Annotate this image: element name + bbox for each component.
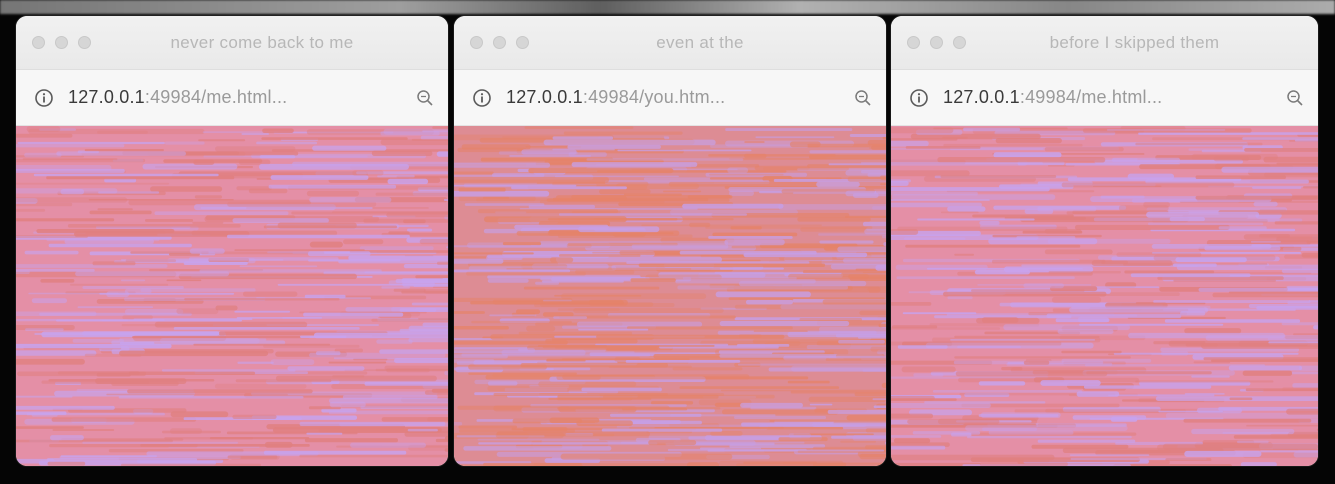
window-title: before I skipped them: [1049, 33, 1220, 52]
url-path: :49984/me.html...: [144, 87, 288, 107]
desktop-background: [0, 0, 1335, 14]
zoom-window-icon[interactable]: [78, 36, 91, 49]
zoom-window-icon[interactable]: [953, 36, 966, 49]
window-title: even at the: [656, 33, 744, 52]
minimize-icon[interactable]: [55, 36, 68, 49]
close-icon[interactable]: [470, 36, 483, 49]
window-controls: [907, 36, 966, 49]
window-controls: [32, 36, 91, 49]
window-titlebar[interactable]: never come back to me: [16, 16, 448, 70]
magnifier-icon[interactable]: [854, 89, 872, 107]
url-field[interactable]: 127.0.0.1:49984/you.htm...: [506, 87, 844, 108]
magnifier-icon[interactable]: [416, 89, 434, 107]
url-path: :49984/you.htm...: [582, 87, 726, 107]
info-circle-icon[interactable]: [472, 88, 492, 108]
minimize-icon[interactable]: [493, 36, 506, 49]
url-host: 127.0.0.1: [506, 87, 583, 107]
window-controls: [470, 36, 529, 49]
url-host: 127.0.0.1: [68, 87, 145, 107]
magnifier-icon[interactable]: [1286, 89, 1304, 107]
address-bar[interactable]: 127.0.0.1:49984/me.html...: [16, 70, 448, 126]
page-content: [891, 126, 1318, 466]
url-path: :49984/me.html...: [1019, 87, 1163, 107]
zoom-window-icon[interactable]: [516, 36, 529, 49]
noise-pattern: [454, 126, 886, 466]
address-bar[interactable]: 127.0.0.1:49984/me.html...: [891, 70, 1318, 126]
browser-window-3[interactable]: before I skipped them 127.0.0.1:49984/me…: [891, 16, 1318, 466]
noise-pattern: [16, 126, 448, 466]
url-host: 127.0.0.1: [943, 87, 1020, 107]
window-titlebar[interactable]: even at the: [454, 16, 886, 70]
browser-window-1[interactable]: never come back to me 127.0.0.1:49984/me…: [16, 16, 448, 466]
url-field[interactable]: 127.0.0.1:49984/me.html...: [68, 87, 406, 108]
noise-pattern: [891, 126, 1318, 466]
window-title: never come back to me: [170, 33, 354, 52]
close-icon[interactable]: [32, 36, 45, 49]
window-titlebar[interactable]: before I skipped them: [891, 16, 1318, 70]
page-content: [454, 126, 886, 466]
info-circle-icon[interactable]: [34, 88, 54, 108]
browser-window-2[interactable]: even at the 127.0.0.1:49984/you.htm...: [454, 16, 886, 466]
page-content: [16, 126, 448, 466]
desktop: never come back to me 127.0.0.1:49984/me…: [0, 0, 1335, 484]
info-circle-icon[interactable]: [909, 88, 929, 108]
close-icon[interactable]: [907, 36, 920, 49]
address-bar[interactable]: 127.0.0.1:49984/you.htm...: [454, 70, 886, 126]
minimize-icon[interactable]: [930, 36, 943, 49]
url-field[interactable]: 127.0.0.1:49984/me.html...: [943, 87, 1276, 108]
